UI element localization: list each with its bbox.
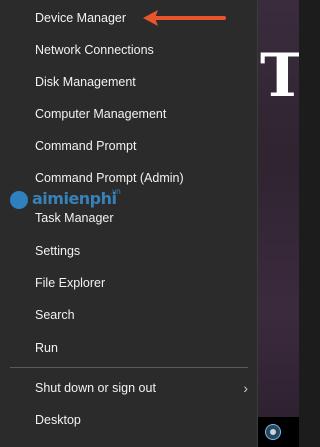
menu-separator: [10, 367, 248, 368]
menu-item-label: Desktop: [35, 413, 81, 427]
menu-item-label: Command Prompt: [35, 139, 137, 153]
desktop-wallpaper-letter: T: [260, 41, 299, 111]
menu-item-desktop[interactable]: Desktop: [0, 405, 258, 435]
menu-item-label: Computer Management: [35, 107, 167, 121]
menu-item-label: Settings: [35, 244, 81, 258]
menu-item-disk-management[interactable]: Disk Management: [0, 67, 258, 97]
red-arrow-annotation: [143, 10, 226, 26]
watermark-suffix: .vn: [110, 187, 121, 196]
power-user-context-menu: Device Manager Network Connections Disk …: [0, 0, 258, 447]
menu-item-label: File Explorer: [35, 276, 106, 290]
menu-item-command-prompt[interactable]: Command Prompt: [0, 131, 258, 161]
menu-item-run[interactable]: Run: [0, 333, 258, 363]
menu-item-network-connections[interactable]: Network Connections: [0, 35, 258, 65]
menu-item-label: Command Prompt (Admin): [35, 171, 184, 185]
menu-item-settings[interactable]: Settings: [0, 236, 258, 266]
chevron-right-icon: ›: [243, 380, 248, 396]
menu-item-label: Disk Management: [35, 75, 136, 89]
menu-item-label: Shut down or sign out: [35, 381, 156, 395]
menu-item-label: Task Manager: [35, 211, 114, 225]
menu-item-search[interactable]: Search: [0, 300, 258, 330]
menu-item-label: Device Manager: [35, 11, 127, 25]
menu-item-file-explorer[interactable]: File Explorer: [0, 268, 258, 298]
desktop-background: T: [258, 0, 299, 447]
steam-icon[interactable]: [265, 424, 281, 440]
menu-item-label: Network Connections: [35, 43, 154, 57]
watermark-logo: aimienphi .vn: [8, 187, 138, 212]
screen: T Device Manager Network Connections Dis…: [0, 0, 299, 447]
watermark-t-icon: [10, 191, 28, 209]
menu-item-label: Search: [35, 308, 75, 322]
menu-item-shut-down-or-sign-out[interactable]: Shut down or sign out ›: [0, 373, 258, 403]
watermark-text: aimienphi: [32, 189, 117, 208]
menu-item-label: Run: [35, 341, 58, 355]
taskbar: [258, 417, 299, 447]
menu-item-computer-management[interactable]: Computer Management: [0, 99, 258, 129]
